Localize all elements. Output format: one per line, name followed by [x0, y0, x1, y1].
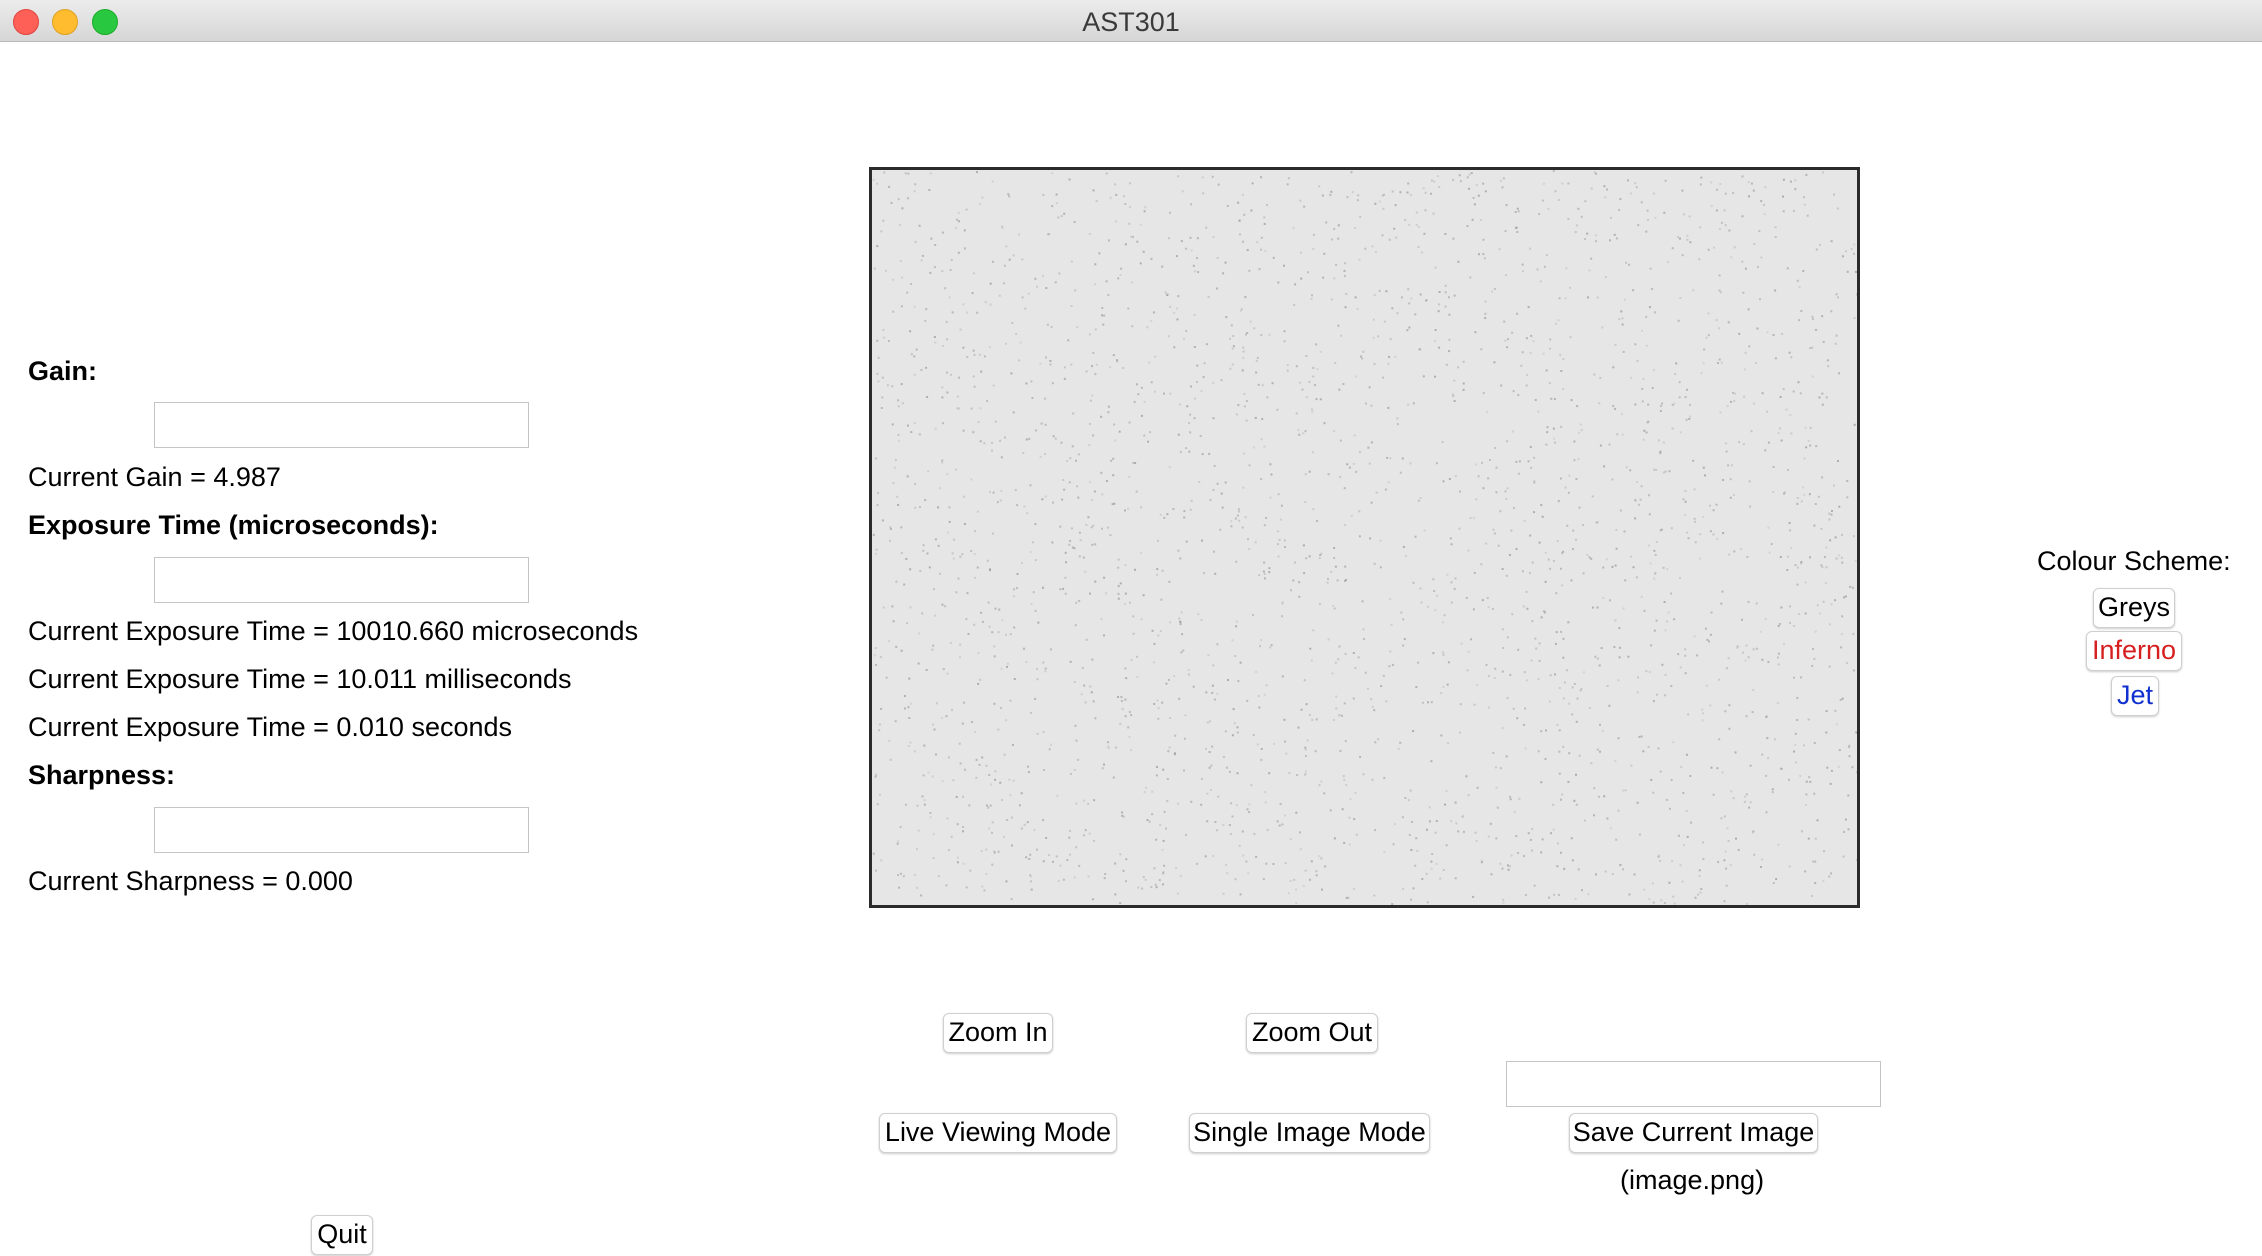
single-image-mode-button[interactable]: Single Image Mode [1189, 1113, 1430, 1153]
current-exposure-ms-text: Current Exposure Time = 10.011 milliseco… [28, 664, 572, 694]
current-exposure-us-text: Current Exposure Time = 10010.660 micros… [28, 616, 639, 646]
window-title: AST301 [1082, 7, 1180, 37]
exposure-input[interactable] [154, 557, 529, 603]
gain-input[interactable] [154, 402, 529, 448]
gain-heading: Gain: [28, 356, 98, 386]
current-exposure-s-text: Current Exposure Time = 0.010 seconds [28, 712, 513, 742]
quit-button[interactable]: Quit [311, 1215, 373, 1255]
save-filename-input[interactable] [1506, 1061, 1881, 1107]
sharpness-input[interactable] [154, 807, 529, 853]
exposure-heading: Exposure Time (microseconds): [28, 510, 439, 540]
colour-scheme-heading: Colour Scheme: [2037, 546, 2231, 576]
current-sharpness-text: Current Sharpness = 0.000 [28, 866, 353, 896]
camera-image-view [869, 167, 1860, 908]
jet-button[interactable]: Jet [2111, 676, 2159, 716]
live-viewing-mode-button[interactable]: Live Viewing Mode [879, 1113, 1117, 1153]
inferno-button[interactable]: Inferno [2086, 631, 2182, 671]
save-current-image-button[interactable]: Save Current Image [1569, 1113, 1818, 1153]
save-filename-hint: (image.png) [1620, 1165, 1765, 1195]
current-gain-text: Current Gain = 4.987 [28, 462, 281, 492]
camera-image [872, 170, 1857, 905]
zoom-out-button[interactable]: Zoom Out [1246, 1013, 1378, 1053]
zoom-in-button[interactable]: Zoom In [943, 1013, 1053, 1053]
sharpness-heading: Sharpness: [28, 760, 176, 790]
title-bar: AST301 [0, 0, 2262, 42]
greys-button[interactable]: Greys [2093, 588, 2175, 628]
